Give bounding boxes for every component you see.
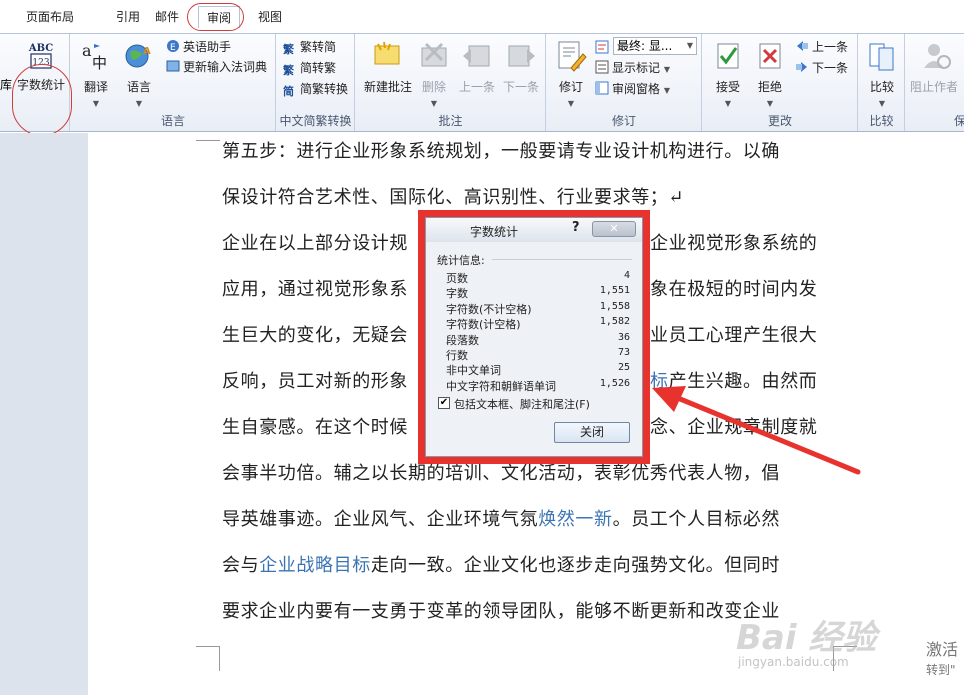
statistic-value: 36 [617, 331, 630, 343]
close-button[interactable]: 关闭 [554, 422, 630, 443]
statistic-value: 1,551 [599, 285, 630, 297]
word-count-dialog: 字数统计 ? ✕ 统计信息: 页数 4 字数 1,551 字符数(不计空格) 1,558 字… [425, 217, 643, 457]
close-icon[interactable]: ✕ [592, 221, 636, 237]
statistic-label: 非中文单词 [446, 364, 501, 378]
dialog-title-bar[interactable]: 字数统计 ? ✕ [426, 218, 642, 242]
statistic-value: 73 [617, 347, 630, 358]
statistic-label: 中文字符和朝鲜语单词 [446, 379, 556, 393]
statistic-row: 行数 73 [446, 347, 630, 362]
statistic-row: 页数 4 [446, 270, 630, 285]
statistic-value: 1,582 [599, 316, 630, 328]
dialog-title: 字数统计 [470, 225, 519, 239]
statistic-row: 段落数 36 [446, 331, 630, 347]
statistic-row: 中文字符和朝鲜语单词 1,526 [446, 377, 630, 393]
baidu-watermark-url: jingyan.baidu.com [738, 655, 849, 669]
statistic-row: 非中文单词 25 [446, 362, 630, 378]
statistics-section-label: 统计信息: [437, 254, 485, 267]
include-textboxes-checkbox[interactable]: ✔ [438, 397, 450, 409]
activate-windows-subtitle: 转到" [926, 663, 956, 677]
statistic-label: 段落数 [446, 333, 479, 347]
baidu-watermark: Bai 经验 [736, 618, 877, 658]
statistic-label: 字符数(不计空格) [446, 302, 532, 316]
help-icon[interactable]: ? [572, 220, 580, 235]
include-textboxes-label: 包括文本框、脚注和尾注(F) [454, 398, 590, 411]
statistic-label: 字符数(计空格) [446, 318, 521, 332]
statistic-row: 字符数(不计空格) 1,558 [446, 300, 630, 316]
checkmark-icon: ✔ [439, 397, 449, 408]
activate-windows-title: 激活 [926, 640, 959, 659]
section-divider [492, 259, 632, 260]
statistic-label: 页数 [446, 272, 468, 285]
statistic-value: 1,526 [599, 377, 630, 389]
statistic-label: 字数 [446, 287, 468, 301]
statistic-row: 字符数(计空格) 1,582 [446, 316, 630, 332]
statistic-value: 1,558 [599, 300, 630, 312]
statistic-value: 25 [617, 362, 630, 374]
statistic-label: 行数 [446, 349, 468, 362]
statistic-row: 字数 1,551 [446, 285, 630, 301]
statistic-value: 4 [623, 270, 630, 281]
